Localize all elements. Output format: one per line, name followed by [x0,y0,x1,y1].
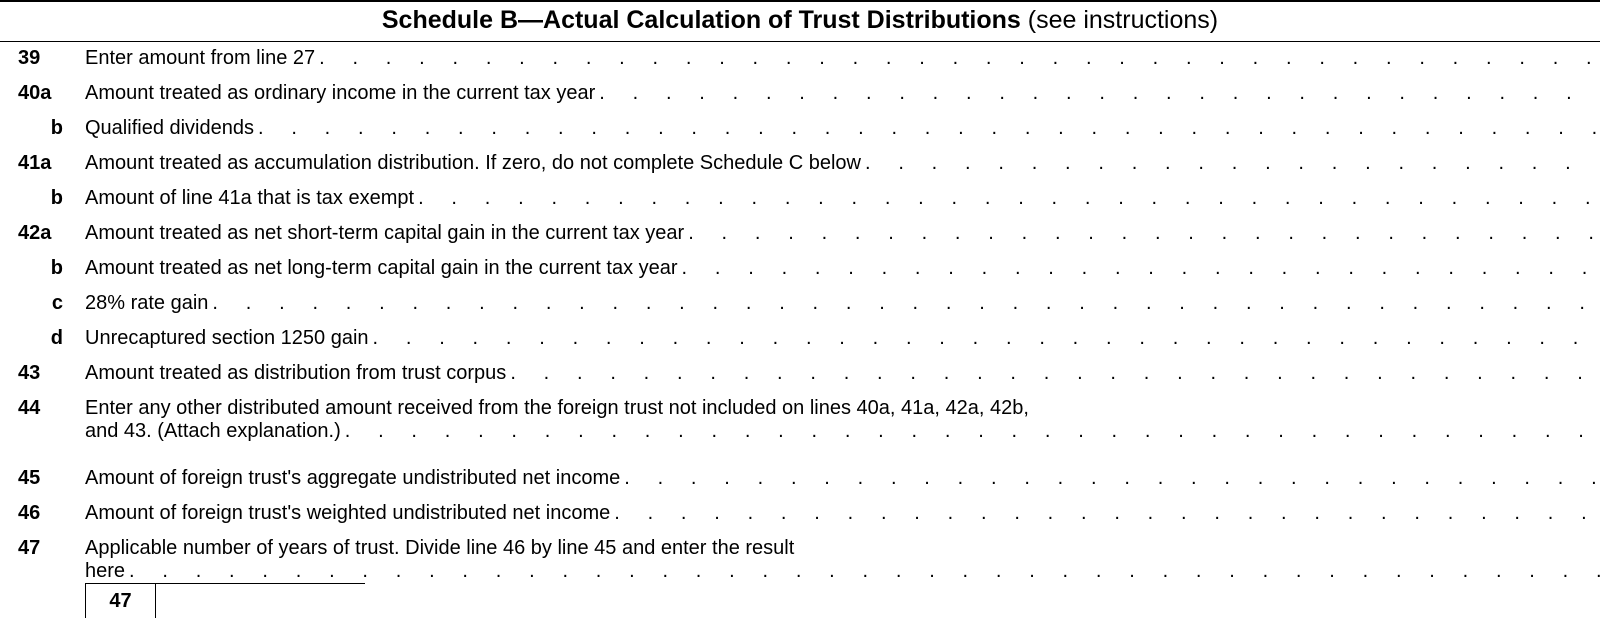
line-44-text: Enter any other distributed amount recei… [85,392,1600,462]
line-40b: b Qualified dividends 40b [0,112,1600,147]
line-42c: c 28% rate gain 42c [0,287,1600,322]
line-45-text: Amount of foreign trust's aggregate undi… [85,462,1600,497]
line-47: 47 Applicable number of years of trust. … [0,532,1600,618]
line-40a: 40a Amount treated as ordinary income in… [0,77,1600,112]
line-41b-num: b [0,182,85,217]
line-42a-num: 42a [0,217,85,252]
line-44-text1: Enter any other distributed amount recei… [85,397,1600,420]
line-44-num: 44 [0,392,85,462]
line-40b-num: b [0,112,85,147]
line-46-text: Amount of foreign trust's weighted undis… [85,497,1600,532]
line-42d-num: d [0,322,85,357]
line-41a-text: Amount treated as accumulation distribut… [85,147,1600,182]
schedule-b-section: Schedule B—Actual Calculation of Trust D… [0,0,1600,618]
line-41a-num: 41a [0,147,85,182]
line-39-num: 39 [0,42,85,77]
line-40a-text: Amount treated as ordinary income in the… [85,77,1600,112]
line-42a-text: Amount treated as net short-term capital… [85,217,1600,252]
line-40b-text: Qualified dividends 40b [85,112,1600,147]
line-39: 39 Enter amount from line 27 39 [0,42,1600,77]
line-42c-text: 28% rate gain 42c [85,287,1600,322]
line-45: 45 Amount of foreign trust's aggregate u… [0,462,1600,497]
line-43-num: 43 [0,357,85,392]
line-41a: 41a Amount treated as accumulation distr… [0,147,1600,182]
line-43-text: Amount treated as distribution from trus… [85,357,1600,392]
line-47-inlineamount[interactable] [155,583,365,618]
line-42b-text: Amount treated as net long-term capital … [85,252,1600,287]
line-47-inlinenum: 47 [85,583,155,618]
line-40a-num: 40a [0,77,85,112]
line-45-num: 45 [0,462,85,497]
line-42c-num: c [0,287,85,322]
line-42b-num: b [0,252,85,287]
line-41b-text: Amount of line 41a that is tax exempt 41… [85,182,1600,217]
line-43: 43 Amount treated as distribution from t… [0,357,1600,392]
line-42b: b Amount treated as net long-term capita… [0,252,1600,287]
line-46-num: 46 [0,497,85,532]
line-39-text: Enter amount from line 27 [85,42,1600,77]
line-41b: b Amount of line 41a that is tax exempt … [0,182,1600,217]
line-42a: 42a Amount treated as net short-term cap… [0,217,1600,252]
line-42d: d Unrecaptured section 1250 gain 42d [0,322,1600,357]
line-46: 46 Amount of foreign trust's weighted un… [0,497,1600,532]
line-47-num: 47 [0,532,85,618]
header-title-light: (see instructions) [1021,6,1218,34]
header-title-bold: Schedule B—Actual Calculation of Trust D… [382,6,1021,34]
line-44: 44 Enter any other distributed amount re… [0,392,1600,462]
line-42d-text: Unrecaptured section 1250 gain 42d [85,322,1600,357]
schedule-b-header: Schedule B—Actual Calculation of Trust D… [0,0,1600,42]
line-47-text1: Applicable number of years of trust. Div… [85,537,1600,560]
line-47-text: Applicable number of years of trust. Div… [85,532,1600,618]
